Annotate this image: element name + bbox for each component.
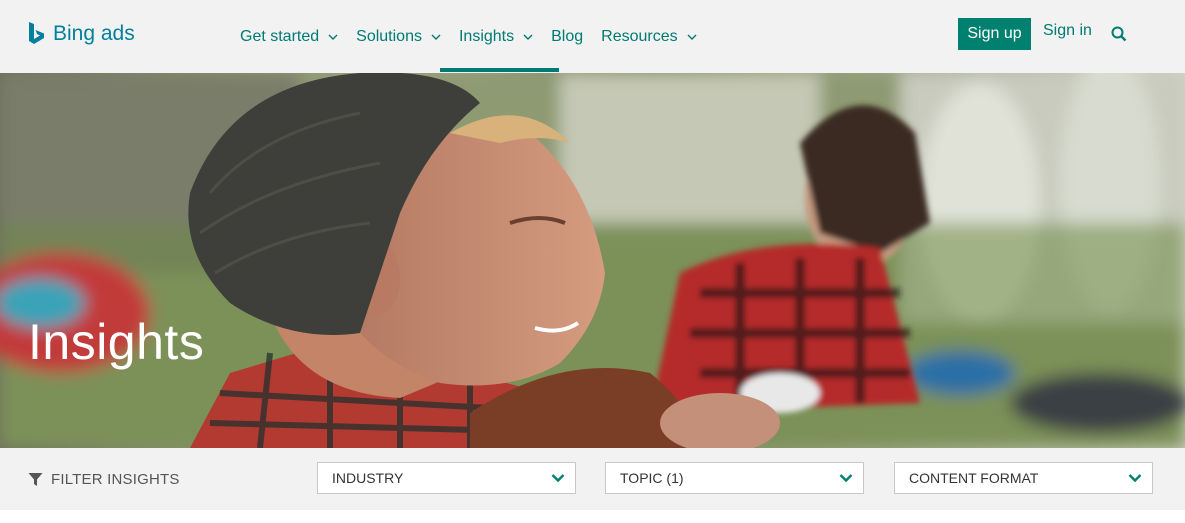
sign-up-button[interactable]: Sign up bbox=[958, 18, 1031, 50]
chevron-down-icon bbox=[1128, 474, 1142, 483]
nav-get-started[interactable]: Get started bbox=[240, 0, 347, 73]
chevron-down-icon bbox=[551, 474, 565, 483]
chevron-down-icon bbox=[839, 474, 853, 483]
filter-label-text: FILTER INSIGHTS bbox=[51, 471, 180, 488]
nav-label: Insights bbox=[458, 27, 515, 45]
hero-banner: Insights bbox=[0, 73, 1185, 448]
content-format-dropdown[interactable]: CONTENT FORMAT bbox=[894, 462, 1153, 494]
dropdown-value: TOPIC (1) bbox=[620, 470, 684, 486]
nav-label: Solutions bbox=[356, 27, 422, 45]
bing-logo-icon bbox=[29, 22, 44, 44]
filter-insights-label: FILTER INSIGHTS bbox=[28, 471, 180, 488]
logo-brand: Bing bbox=[53, 22, 96, 45]
bing-ads-logo[interactable]: Bing ads bbox=[27, 21, 135, 47]
nav-label: Get started bbox=[240, 27, 320, 45]
nav-solutions[interactable]: Solutions bbox=[347, 0, 450, 73]
chevron-down-icon bbox=[523, 34, 533, 40]
nav-resources[interactable]: Resources bbox=[592, 0, 705, 73]
topic-dropdown[interactable]: TOPIC (1) bbox=[605, 462, 864, 494]
chevron-down-icon bbox=[687, 34, 697, 40]
nav-label: Blog bbox=[551, 27, 584, 45]
dropdown-value: CONTENT FORMAT bbox=[909, 470, 1039, 486]
main-nav: Get started Solutions Insights Blog Reso… bbox=[240, 0, 706, 73]
nav-blog[interactable]: Blog bbox=[542, 0, 592, 73]
hero-photo bbox=[0, 73, 1185, 448]
nav-insights[interactable]: Insights bbox=[439, 0, 560, 73]
logo-suffix: ads bbox=[95, 22, 135, 45]
logo-text: Bing ads bbox=[53, 22, 135, 46]
nav-label: Resources bbox=[601, 27, 678, 45]
dropdown-value: INDUSTRY bbox=[332, 470, 404, 486]
chevron-down-icon bbox=[431, 34, 441, 40]
industry-dropdown[interactable]: INDUSTRY bbox=[317, 462, 576, 494]
funnel-icon bbox=[28, 473, 43, 486]
site-header: Bing ads Get started Solutions Insights … bbox=[0, 0, 1185, 73]
chevron-down-icon bbox=[328, 34, 338, 40]
search-icon[interactable] bbox=[1111, 26, 1127, 42]
filter-bar: FILTER INSIGHTS INDUSTRY TOPIC (1) CONTE… bbox=[0, 448, 1185, 510]
hero-title: Insights bbox=[28, 314, 205, 370]
sign-in-link[interactable]: Sign in bbox=[1043, 22, 1092, 40]
